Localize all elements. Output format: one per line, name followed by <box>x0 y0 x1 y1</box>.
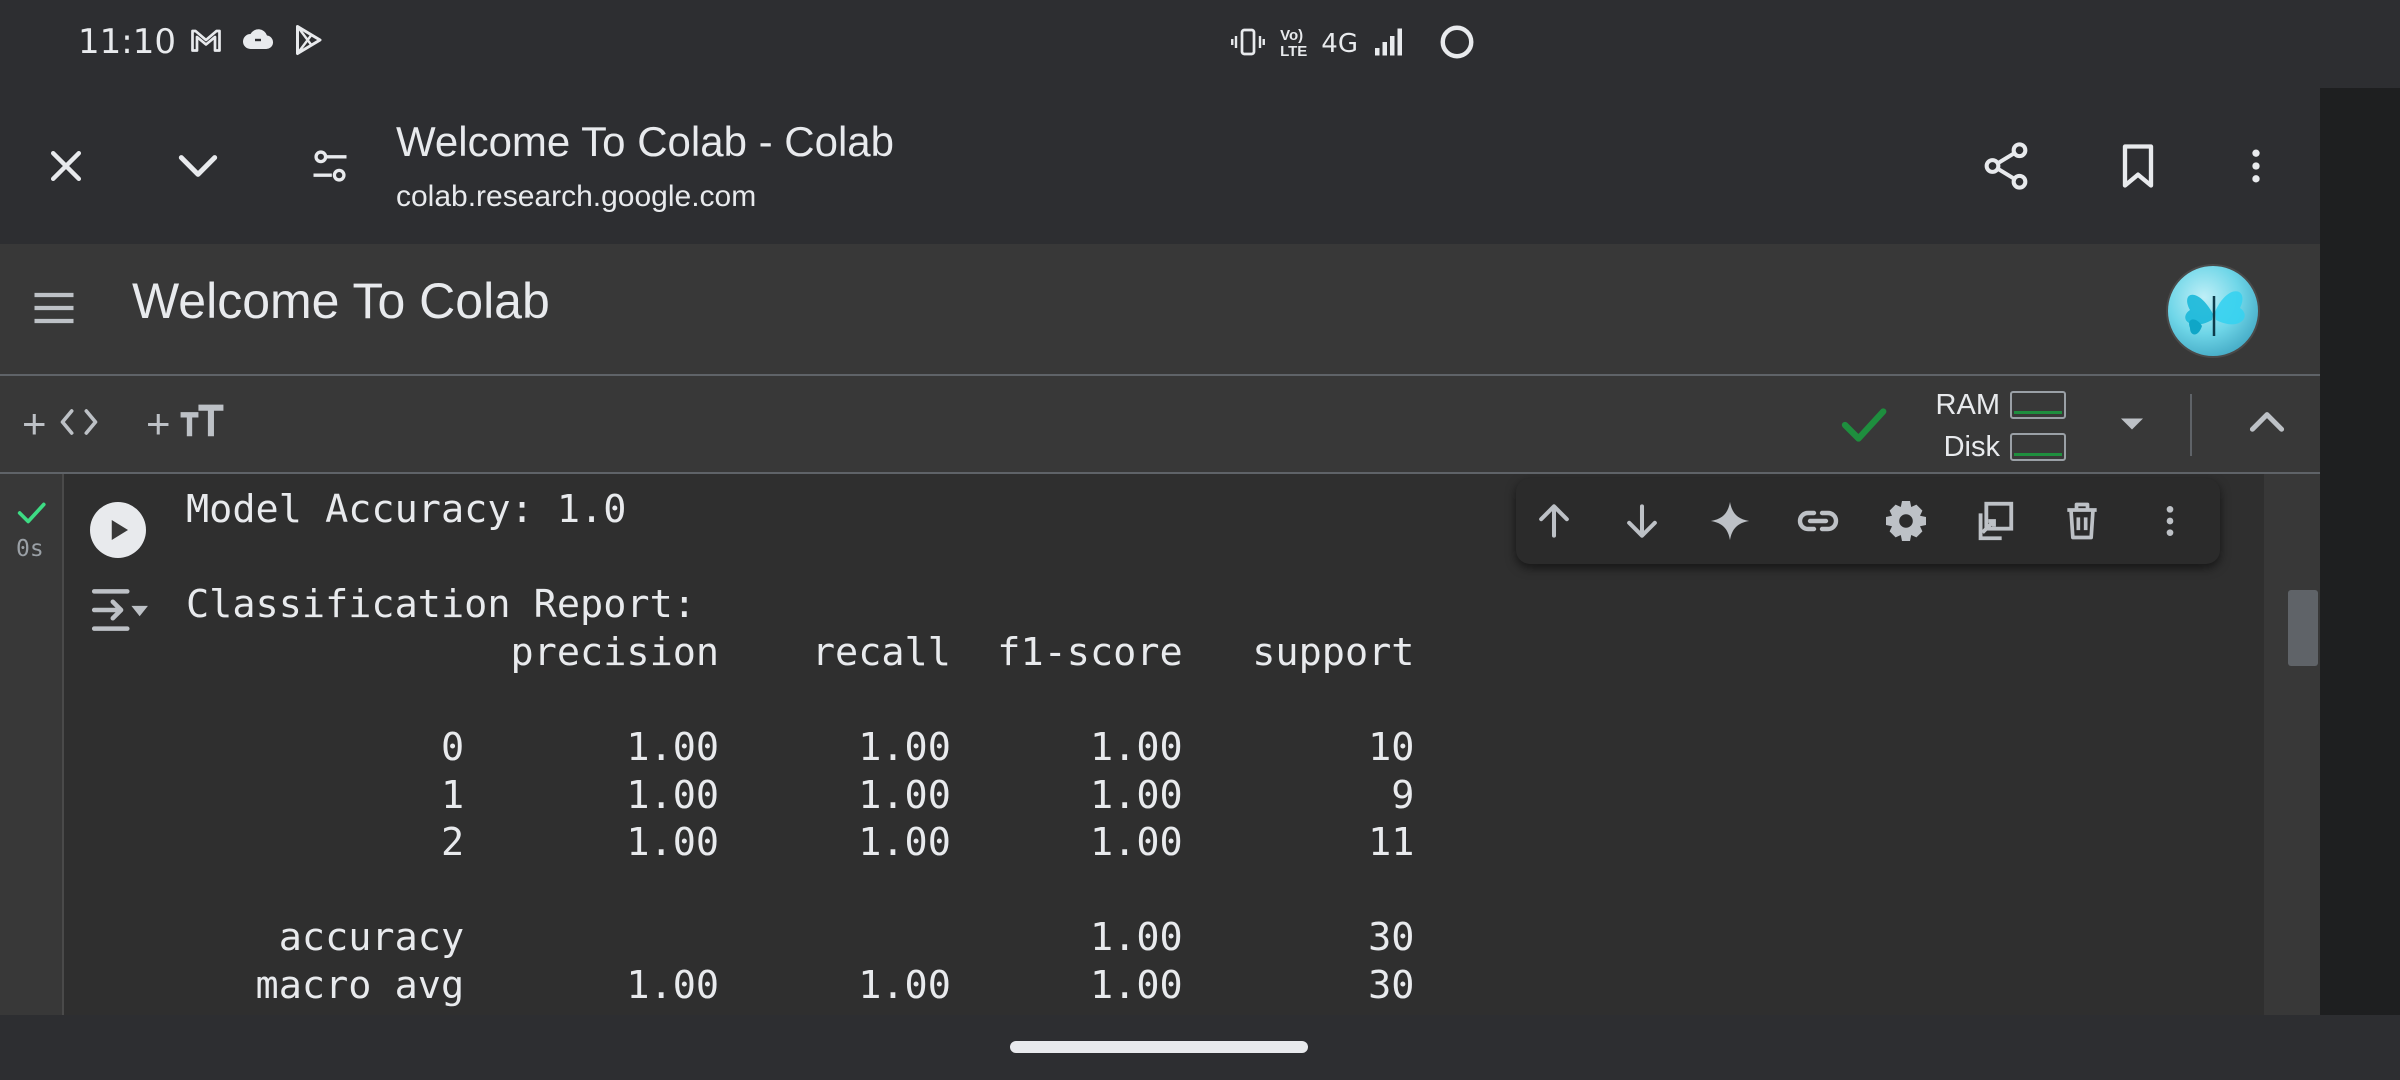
disk-row: Disk <box>1926 426 2066 468</box>
signal-icon <box>1372 24 1408 65</box>
gear-icon[interactable] <box>1882 497 1930 545</box>
network-type-label: 4G <box>1321 29 1358 59</box>
right-edge-strip <box>2320 88 2400 1015</box>
trash-icon[interactable] <box>2058 497 2106 545</box>
execution-time: 0s <box>16 536 44 562</box>
browser-toolbar: Welcome To Colab - Colab colab.research.… <box>0 88 2320 244</box>
disk-usage-bar <box>2010 433 2066 461</box>
close-icon[interactable] <box>26 126 106 206</box>
output-line: Classification Report: <box>186 582 696 628</box>
notebook-title[interactable]: Welcome To Colab <box>132 272 550 330</box>
output-line: 1 1.00 1.00 1.00 9 <box>186 772 1415 818</box>
bookmark-icon[interactable] <box>2098 126 2178 206</box>
ram-usage-bar <box>2010 391 2066 419</box>
sparkle-icon[interactable] <box>1706 497 1754 545</box>
cell-output: Model Accuracy: 1.0 Classification Repor… <box>186 486 1415 1010</box>
status-time: 11:10 <box>78 22 176 62</box>
loading-circle-icon <box>1438 23 1476 66</box>
system-nav-bar <box>0 1015 2400 1080</box>
play-store-icon <box>290 22 326 63</box>
disk-label: Disk <box>1943 430 2000 463</box>
connected-check-icon[interactable] <box>1836 398 1890 457</box>
output-actions-icon[interactable] <box>88 582 150 643</box>
home-gesture-handle[interactable] <box>1010 1041 1308 1053</box>
volte-label-top: Vo) <box>1280 27 1304 44</box>
add-text-plus: + <box>146 400 171 447</box>
page-title: Welcome To Colab - Colab <box>396 118 895 165</box>
text-format-icon <box>177 400 227 449</box>
butterfly-icon <box>2185 291 2245 336</box>
cloud-icon <box>240 22 276 63</box>
notebook-content: 0s Model Accuracy: 1.0 Classification Re… <box>0 474 2320 1015</box>
execution-check-icon <box>14 496 48 535</box>
add-code-button[interactable]: + <box>22 398 101 450</box>
tune-icon[interactable] <box>290 126 370 206</box>
ram-label: RAM <box>1935 388 2000 421</box>
page-url[interactable]: colab.research.google.com <box>396 180 756 214</box>
cell-gutter: 0s <box>0 474 64 1015</box>
share-icon[interactable] <box>1966 126 2046 206</box>
mirror-cell-icon[interactable] <box>1970 497 2018 545</box>
output-line: 0 1.00 1.00 1.00 10 <box>186 724 1415 770</box>
status-bar: 11:10 Vo) LTE 4G <box>0 0 2320 88</box>
scrollbar-thumb[interactable] <box>2288 590 2318 666</box>
notebook-toolbar: + + RAM Disk <box>0 376 2320 474</box>
gmail-icon <box>188 22 224 63</box>
colab-header: Welcome To Colab <box>0 244 2320 376</box>
volte-label-bottom: LTE <box>1280 43 1308 60</box>
vibrate-icon <box>1230 24 1266 65</box>
ram-row: RAM <box>1926 384 2066 426</box>
runtime-dropdown-icon[interactable] <box>2110 402 2154 451</box>
collapse-toolbar-icon[interactable] <box>2242 398 2292 453</box>
scrollbar[interactable] <box>2264 474 2320 1015</box>
output-line: precision recall f1-score support <box>186 629 1415 675</box>
output-line: macro avg 1.00 1.00 1.00 30 <box>186 962 1415 1008</box>
code-icon <box>57 400 101 449</box>
chevron-down-icon[interactable] <box>158 126 238 206</box>
avatar[interactable] <box>2166 264 2260 358</box>
resource-monitor[interactable]: RAM Disk <box>1926 384 2066 468</box>
menu-icon[interactable] <box>24 278 84 338</box>
volte-indicator: Vo) LTE <box>1280 28 1307 60</box>
play-icon <box>111 520 128 540</box>
arrow-down-icon[interactable] <box>1618 497 1666 545</box>
toolbar-divider <box>2190 394 2192 456</box>
code-cell[interactable]: Model Accuracy: 1.0 Classification Repor… <box>64 474 2264 1015</box>
more-vert-icon[interactable] <box>2216 126 2296 206</box>
output-line: accuracy 1.00 30 <box>186 915 1415 961</box>
output-line: 2 1.00 1.00 1.00 11 <box>186 820 1415 866</box>
link-icon[interactable] <box>1794 497 1842 545</box>
run-cell-button[interactable] <box>90 502 146 558</box>
add-text-button[interactable]: + <box>146 398 227 450</box>
arrow-up-icon[interactable] <box>1530 497 1578 545</box>
add-code-plus: + <box>22 400 47 447</box>
output-line: Model Accuracy: 1.0 <box>186 487 627 532</box>
more-vert-icon[interactable] <box>2146 497 2194 545</box>
cell-toolbar <box>1516 478 2220 564</box>
